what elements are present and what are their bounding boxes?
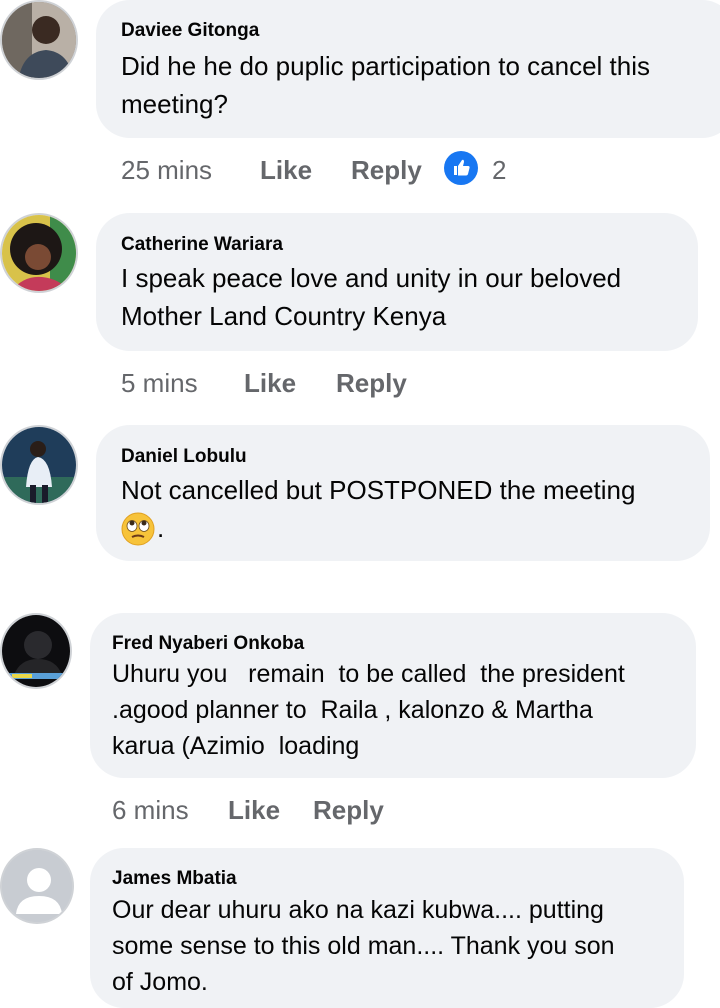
comment-text: Not cancelled but POSTPONED the meeting [121,475,636,505]
avatar[interactable] [0,0,78,80]
comment-author[interactable]: James Mbatia [112,868,237,890]
comment-author[interactable]: Fred Nyaberi Onkoba [112,633,304,655]
comment-timestamp[interactable]: 6 mins [112,795,189,826]
comment-author[interactable]: Daviee Gitonga [121,20,259,42]
like-button[interactable]: Like [260,155,312,186]
avatar[interactable] [0,213,78,293]
reply-button[interactable]: Reply [313,795,384,826]
default-avatar-icon [2,850,72,922]
comment-text: Uhuru you remain to be called the presid… [112,660,625,688]
profile-photo-icon [2,215,76,291]
comment-timestamp[interactable]: 25 mins [121,155,212,186]
comment-text: karua (Azimio loading [112,732,360,760]
comment-text: I speak peace love and unity in our belo… [121,263,622,293]
comment-text: . [157,513,165,543]
like-button[interactable]: Like [228,795,280,826]
reaction-count: 2 [492,155,507,185]
reply-button[interactable]: Reply [351,155,422,186]
comment-timestamp[interactable]: 5 mins [121,368,198,399]
thumbs-up-icon[interactable] [444,151,478,185]
comment-author[interactable]: Catherine Wariara [121,234,283,256]
comment-text: Did he he do puplic participation to can… [121,51,650,81]
avatar[interactable] [0,848,74,924]
comment-text: .agood planner to Raila , kalonzo & Mart… [112,696,593,724]
reply-button[interactable]: Reply [336,368,407,399]
comment-text: Our dear uhuru ako na kazi kubwa.... put… [112,896,604,924]
profile-photo-icon [2,615,70,687]
comment-text: some sense to this old man.... Thank you… [112,932,615,960]
avatar[interactable] [0,425,78,505]
comment-text: meeting? [121,89,228,119]
comment-text: of Jomo. [112,968,208,996]
comment-text: Mother Land Country Kenya [121,301,447,331]
face-with-rolling-eyes-icon [121,512,155,546]
profile-photo-icon [2,427,76,503]
comment-author[interactable]: Daniel Lobulu [121,446,247,468]
like-button[interactable]: Like [244,368,296,399]
profile-photo-icon [2,2,76,78]
avatar[interactable] [0,613,72,689]
